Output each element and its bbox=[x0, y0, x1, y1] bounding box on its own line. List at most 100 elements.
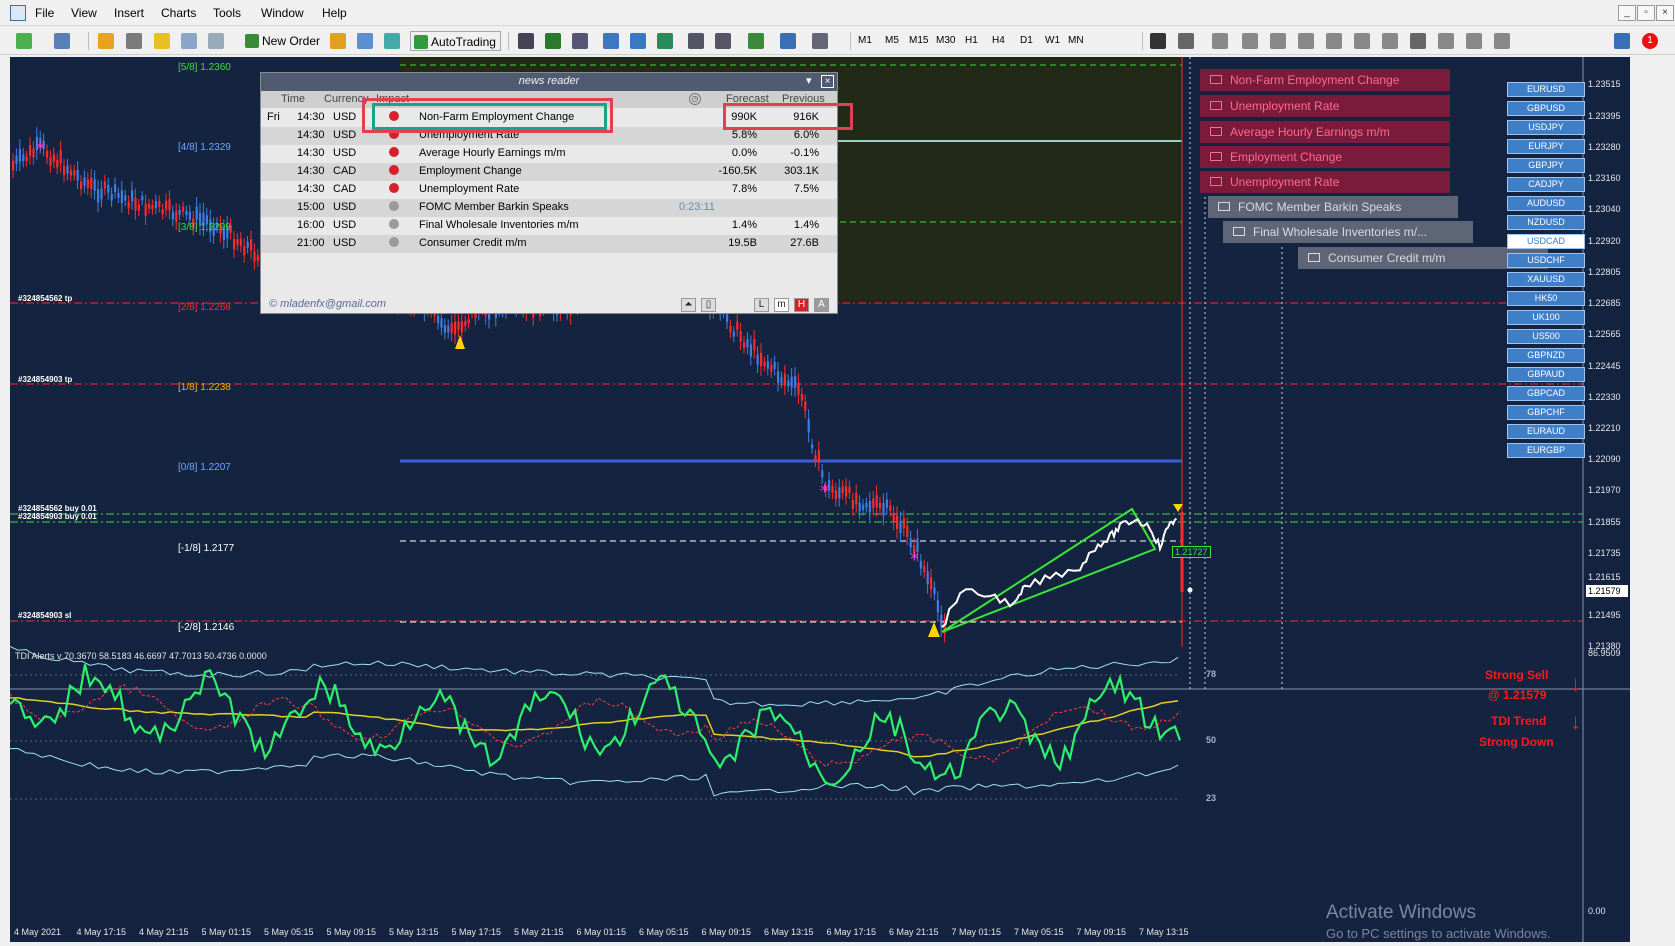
event-bar-unemployment-usd[interactable]: Unemployment Rate bbox=[1200, 95, 1450, 117]
news-row[interactable]: 14:30 CAD Unemployment Rate 7.8% 7.5% bbox=[261, 181, 837, 199]
line-chart-icon[interactable] bbox=[572, 33, 588, 49]
market-watch-icon[interactable] bbox=[98, 33, 114, 49]
filter-medium-button[interactable]: m bbox=[774, 298, 789, 312]
signals-icon[interactable] bbox=[357, 33, 373, 49]
autoscroll-icon[interactable] bbox=[715, 33, 731, 49]
fib-fan-icon[interactable] bbox=[1466, 33, 1482, 49]
rectangle-icon[interactable] bbox=[1410, 33, 1426, 49]
filter-all-button[interactable]: A bbox=[814, 298, 829, 312]
news-row[interactable]: 21:00 USD Consumer Credit m/m 19.5B 27.6B bbox=[261, 235, 837, 253]
menu-tools[interactable]: Tools bbox=[213, 6, 241, 20]
scroll-icon[interactable]: ▯ bbox=[701, 298, 716, 312]
order-buy-2[interactable]: #324854903 buy 0.01 bbox=[18, 512, 97, 521]
event-bar-fomc[interactable]: FOMC Member Barkin Speaks bbox=[1208, 196, 1458, 218]
timeframe-h1[interactable]: H1 bbox=[965, 35, 978, 46]
new-chart-icon[interactable] bbox=[16, 33, 32, 49]
timeframe-m1[interactable]: M1 bbox=[858, 35, 872, 46]
symbol-button-us500[interactable]: US500 bbox=[1507, 329, 1585, 344]
symbol-button-usdcad[interactable]: USDCAD bbox=[1507, 234, 1585, 249]
filter-high-button[interactable]: H bbox=[794, 298, 809, 312]
timeframe-m15[interactable]: M15 bbox=[909, 35, 928, 46]
symbol-button-euraud[interactable]: EURAUD bbox=[1507, 424, 1585, 439]
trendline-icon[interactable] bbox=[1270, 33, 1286, 49]
periods-icon[interactable] bbox=[780, 33, 796, 49]
scroll-up-icon[interactable]: ⏶ bbox=[681, 298, 696, 312]
news-row[interactable]: 14:30 CAD Employment Change -160.5K 303.1K bbox=[261, 163, 837, 181]
terminal-icon[interactable] bbox=[181, 33, 197, 49]
restore-icon[interactable]: ▫ bbox=[1637, 5, 1655, 21]
event-bar-employment-cad[interactable]: Employment Change bbox=[1200, 146, 1450, 168]
order-tp-2[interactable]: #324854903 tp bbox=[18, 375, 72, 384]
triangle-icon[interactable] bbox=[1438, 33, 1454, 49]
text-icon[interactable] bbox=[1354, 33, 1370, 49]
new-order-button[interactable]: New Order bbox=[242, 31, 324, 51]
symbol-button-gbpusd[interactable]: GBPUSD bbox=[1507, 101, 1585, 116]
market-icon[interactable] bbox=[384, 33, 400, 49]
symbol-button-gbpcad[interactable]: GBPCAD bbox=[1507, 386, 1585, 401]
menu-file[interactable]: File bbox=[35, 6, 54, 20]
cursor-icon[interactable] bbox=[1150, 33, 1166, 49]
crosshair-icon[interactable] bbox=[1178, 33, 1194, 49]
navigator-icon[interactable] bbox=[154, 33, 170, 49]
event-bar-unemployment-cad[interactable]: Unemployment Rate bbox=[1200, 171, 1450, 193]
horizontal-line-icon[interactable] bbox=[1242, 33, 1258, 49]
menu-help[interactable]: Help bbox=[322, 6, 347, 20]
order-tp-1[interactable]: #324854562 tp bbox=[18, 294, 72, 303]
symbol-button-gbpnzd[interactable]: GBPNZD bbox=[1507, 348, 1585, 363]
close-icon[interactable]: × bbox=[821, 75, 834, 88]
menu-window[interactable]: Window bbox=[261, 6, 304, 20]
text-label-icon[interactable] bbox=[1382, 33, 1398, 49]
minimize-icon[interactable]: _ bbox=[1618, 5, 1636, 21]
news-row[interactable]: 14:30 USD Average Hourly Earnings m/m 0.0% -… bbox=[261, 145, 837, 163]
indicators-icon[interactable] bbox=[748, 33, 764, 49]
timeframe-mn[interactable]: MN bbox=[1068, 35, 1084, 46]
notification-badge[interactable]: 1 bbox=[1642, 33, 1658, 49]
candlestick-icon[interactable] bbox=[545, 33, 561, 49]
vertical-line-icon[interactable] bbox=[1212, 33, 1228, 49]
timeframe-d1[interactable]: D1 bbox=[1020, 35, 1033, 46]
news-row[interactable]: 16:00 USD Final Wholesale Inventories m/m 1… bbox=[261, 217, 837, 235]
symbol-button-cadjpy[interactable]: CADJPY bbox=[1507, 177, 1585, 192]
event-bar-wholesale[interactable]: Final Wholesale Inventories m/... bbox=[1223, 221, 1473, 243]
symbol-button-gbpchf[interactable]: GBPCHF bbox=[1507, 405, 1585, 420]
symbol-button-nzdusd[interactable]: NZDUSD bbox=[1507, 215, 1585, 230]
symbol-button-eurgbp[interactable]: EURGBP bbox=[1507, 443, 1585, 458]
tester-icon[interactable] bbox=[208, 33, 224, 49]
menu-insert[interactable]: Insert bbox=[114, 6, 144, 20]
symbol-button-gbpaud[interactable]: GBPAUD bbox=[1507, 367, 1585, 382]
timeframe-m5[interactable]: M5 bbox=[885, 35, 899, 46]
symbol-button-gbpjpy[interactable]: GBPJPY bbox=[1507, 158, 1585, 173]
symbol-button-usdjpy[interactable]: USDJPY bbox=[1507, 120, 1585, 135]
symbol-button-xauusd[interactable]: XAUUSD bbox=[1507, 272, 1585, 287]
symbol-button-usdchf[interactable]: USDCHF bbox=[1507, 253, 1585, 268]
menu-charts[interactable]: Charts bbox=[161, 6, 196, 20]
symbol-button-eurjpy[interactable]: EURJPY bbox=[1507, 139, 1585, 154]
timeframe-m30[interactable]: M30 bbox=[936, 35, 955, 46]
autotrading-button[interactable]: AutoTrading bbox=[410, 31, 501, 51]
channel-icon[interactable] bbox=[1298, 33, 1314, 49]
zoom-in-icon[interactable] bbox=[603, 33, 619, 49]
symbol-button-hk50[interactable]: HK50 bbox=[1507, 291, 1585, 306]
arrows-icon[interactable] bbox=[1494, 33, 1510, 49]
zoom-out-icon[interactable] bbox=[630, 33, 646, 49]
event-bar-nfp[interactable]: Non-Farm Employment Change bbox=[1200, 69, 1450, 91]
order-sl[interactable]: #324854903 sl bbox=[18, 611, 71, 620]
search-icon[interactable] bbox=[1614, 33, 1630, 49]
symbol-button-uk100[interactable]: UK100 bbox=[1507, 310, 1585, 325]
filter-low-button[interactable]: L bbox=[754, 298, 769, 312]
data-window-icon[interactable] bbox=[126, 33, 142, 49]
profiles-icon[interactable] bbox=[54, 33, 70, 49]
symbol-button-audusd[interactable]: AUDUSD bbox=[1507, 196, 1585, 211]
event-bar-earnings[interactable]: Average Hourly Earnings m/m bbox=[1200, 121, 1450, 143]
symbol-button-eurusd[interactable]: EURUSD bbox=[1507, 82, 1585, 97]
menu-view[interactable]: View bbox=[71, 6, 97, 20]
tile-windows-icon[interactable] bbox=[657, 33, 673, 49]
timeframe-h4[interactable]: H4 bbox=[992, 35, 1005, 46]
news-footer-email[interactable]: © mladenfx@gmail.com bbox=[269, 298, 386, 310]
close-icon[interactable]: × bbox=[1656, 5, 1674, 21]
chart-shift-icon[interactable] bbox=[688, 33, 704, 49]
metaeditor-icon[interactable] bbox=[330, 33, 346, 49]
dropdown-icon[interactable]: ▾ bbox=[806, 73, 812, 90]
bar-chart-icon[interactable] bbox=[518, 33, 534, 49]
news-row[interactable]: 15:00 USD FOMC Member Barkin Speaks 0:23:11 bbox=[261, 199, 837, 217]
